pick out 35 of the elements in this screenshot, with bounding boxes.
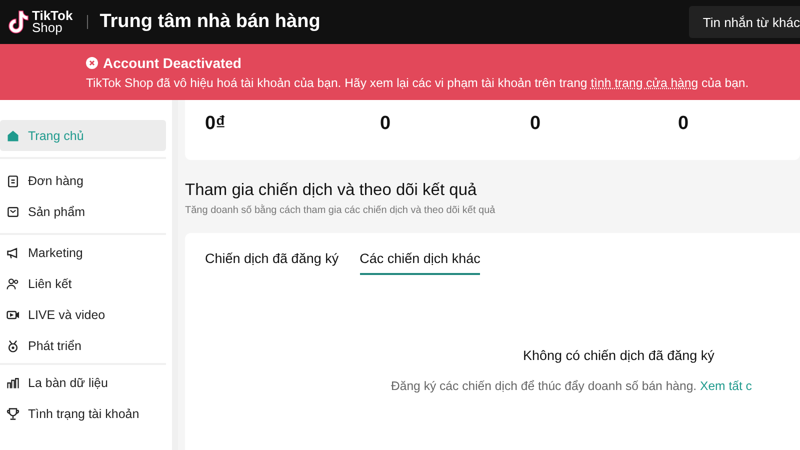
stat-value: 0 [530, 113, 542, 135]
sidebar-item[interactable]: La bàn dữ liệu [0, 367, 166, 398]
sidebar-item[interactable]: Marketing [0, 237, 166, 268]
logo-subtext: Shop [32, 22, 62, 34]
bar-chart-icon [6, 376, 20, 390]
banner-title: Account Deactivated [103, 54, 242, 70]
home-icon [6, 128, 20, 142]
empty-state-text: Đăng ký các chiến dịch để thúc đẩy doanh số bán hàng. Xem tất c [391, 379, 753, 393]
campaign-tab[interactable]: Các chiến dịch khác [360, 251, 480, 275]
box-icon [6, 204, 20, 218]
megaphone-icon [6, 246, 20, 260]
medal-icon [6, 338, 20, 352]
stat-value: 0 [678, 113, 690, 135]
section-subtitle: Tăng doanh số bằng cách tham gia các chiến dịch và theo dõi kết quả [185, 205, 496, 216]
sidebar-item[interactable]: Tình trạng tài khoản [0, 398, 166, 429]
logo-icon [6, 9, 30, 35]
error-icon [86, 56, 98, 68]
people-icon [6, 276, 20, 290]
stat-value: 0₫ [205, 113, 226, 135]
logo-text: TikTok [32, 10, 73, 22]
sidebar-item[interactable]: Đơn hàng [0, 165, 166, 196]
sidebar-item[interactable]: Liên kết [0, 268, 166, 299]
clipboard-icon [6, 174, 20, 188]
section-title: Tham gia chiến dịch và theo dõi kết quả [185, 181, 478, 200]
sidebar-item[interactable]: LIVE và video [0, 299, 166, 330]
sidebar-item[interactable]: Sản phẩm [0, 196, 166, 227]
trophy-icon [6, 406, 20, 420]
empty-state-title: Không có chiến dịch đã đăng ký [523, 348, 716, 363]
stat-value: 0 [380, 113, 392, 135]
app-title: Trung tâm nhà bán hàng [100, 11, 320, 33]
messages-button[interactable]: Tin nhắn từ khác [688, 6, 800, 38]
store-status-link[interactable]: tình trạng cửa hàng [590, 76, 698, 90]
sidebar-item[interactable]: Phát triển [0, 330, 166, 361]
campaign-tab[interactable]: Chiến dịch đã đăng ký [205, 251, 339, 275]
banner-message: TikTok Shop đã vô hiệu hoá tài khoản của bạn. Hãy xem lại các vi phạm tài khoản trên trang tình trạng cửa hàng của bạn. [86, 76, 750, 90]
